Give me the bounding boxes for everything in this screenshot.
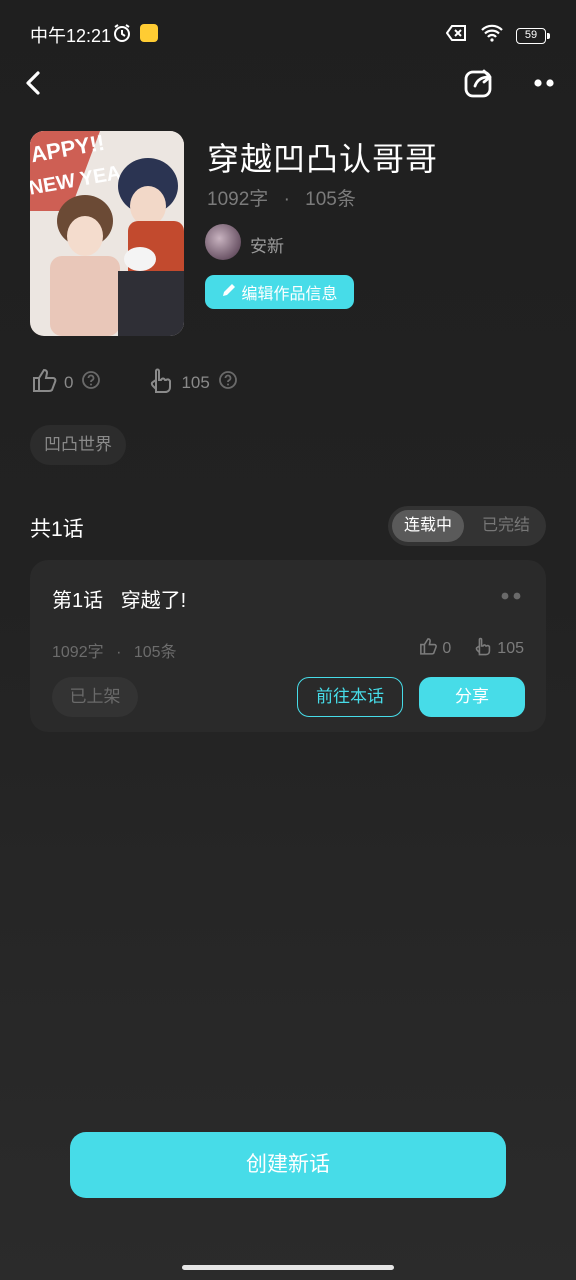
work-title: 穿越凹凸认哥哥 bbox=[207, 141, 439, 177]
home-indicator[interactable] bbox=[182, 1265, 394, 1270]
pencil-icon bbox=[221, 282, 237, 303]
pointing-hand-icon bbox=[473, 636, 493, 661]
recommend-count: 105 bbox=[181, 372, 210, 392]
chapter-stats-separator: · bbox=[116, 644, 122, 661]
status-time: 中午12:21 bbox=[30, 26, 112, 46]
entry-count: 105条 bbox=[305, 189, 356, 210]
chapter-title: 第1话 穿越了! bbox=[52, 584, 186, 613]
stats-separator: · bbox=[283, 189, 290, 210]
like-count: 0 bbox=[64, 372, 74, 392]
battery-level: 59 bbox=[524, 28, 538, 41]
cover-image: APPY!! NEW YEA bbox=[30, 131, 184, 336]
chapter-number: 第1话 bbox=[52, 590, 104, 612]
weibo-icon bbox=[140, 24, 158, 42]
reaction-row: 0 105 bbox=[30, 366, 238, 399]
battery-icon: 59 bbox=[516, 27, 550, 44]
status-icons: 59 bbox=[445, 24, 550, 47]
help-icon[interactable] bbox=[218, 370, 238, 395]
edit-info-button[interactable]: 编辑作品信息 bbox=[205, 275, 354, 309]
thumbs-up-icon[interactable] bbox=[30, 366, 58, 399]
help-icon[interactable] bbox=[81, 370, 101, 395]
chapter-like-count: 0 bbox=[442, 639, 452, 657]
chapter-more-icon[interactable] bbox=[496, 588, 526, 604]
thumbs-up-icon bbox=[418, 636, 438, 661]
work-stats: 1092字 · 105条 bbox=[207, 184, 356, 211]
status-bar: 中午12:21 59 bbox=[0, 0, 576, 68]
chapter-word-count: 1092字 bbox=[52, 644, 104, 661]
edit-info-label: 编辑作品信息 bbox=[241, 286, 338, 303]
chapter-reactions: 0 105 bbox=[418, 636, 524, 661]
tag-chip[interactable]: 凹凸世界 bbox=[30, 425, 126, 465]
more-icon[interactable] bbox=[528, 68, 560, 98]
wifi-icon bbox=[480, 24, 504, 47]
chapter-entry-count: 105条 bbox=[133, 644, 177, 661]
goto-chapter-button[interactable]: 前往本话 bbox=[297, 677, 403, 717]
chapter-count: 共1话 bbox=[30, 518, 84, 541]
alarm-icon bbox=[112, 23, 132, 48]
share-icon[interactable] bbox=[462, 66, 496, 100]
segment-completed[interactable]: 已完结 bbox=[468, 510, 544, 542]
avatar[interactable] bbox=[205, 224, 241, 260]
segment-serializing[interactable]: 连载中 bbox=[392, 510, 464, 542]
author-name[interactable]: 安新 bbox=[250, 232, 284, 257]
listed-status-button[interactable]: 已上架 bbox=[52, 677, 138, 717]
chapter-subtitle: 穿越了! bbox=[120, 590, 187, 612]
pointing-hand-icon[interactable] bbox=[147, 366, 175, 399]
chapter-stats: 1092字 · 105条 bbox=[52, 638, 177, 662]
sim-off-icon bbox=[445, 24, 468, 47]
chapter-recommend-count: 105 bbox=[497, 639, 524, 657]
share-chapter-button[interactable]: 分享 bbox=[419, 677, 525, 717]
back-button[interactable] bbox=[20, 68, 50, 98]
word-count: 1092字 bbox=[207, 189, 269, 210]
create-chapter-button[interactable]: 创建新话 bbox=[70, 1132, 506, 1198]
